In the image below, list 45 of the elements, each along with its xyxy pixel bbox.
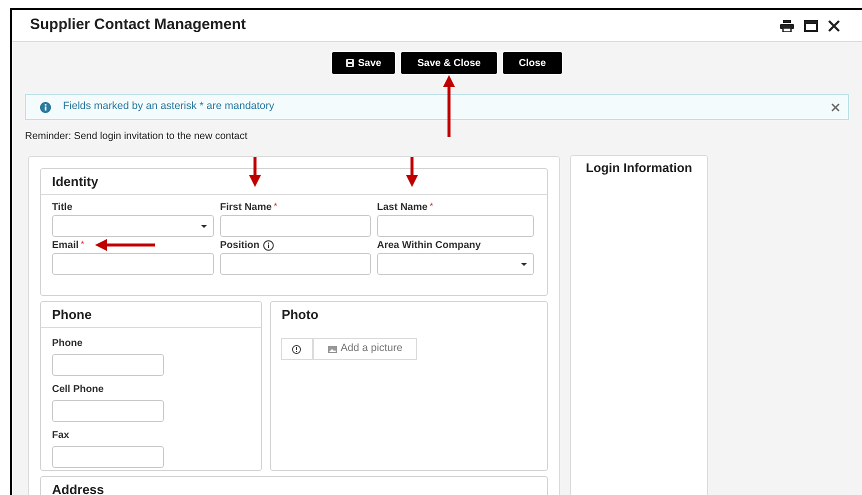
floppy-icon: [346, 59, 354, 67]
input-field[interactable]: [377, 215, 534, 237]
field-label: Email: [52, 238, 79, 252]
required-asterisk: *: [274, 200, 278, 214]
toolbar-button[interactable]: Save & Close: [401, 52, 497, 74]
input-field[interactable]: [220, 253, 371, 275]
input-field[interactable]: [52, 253, 214, 275]
section-title: Identity: [52, 172, 98, 191]
input-field[interactable]: [52, 400, 164, 422]
required-asterisk: *: [430, 200, 434, 214]
window-title: Supplier Contact Management: [30, 15, 246, 36]
field-label: Last Name: [377, 200, 428, 214]
input-field[interactable]: [220, 215, 371, 237]
field-label: Position: [220, 238, 260, 252]
reminder-text: Reminder: Send login invitation to the new contact: [25, 130, 248, 144]
field-label: First Name: [220, 200, 272, 214]
image-icon: [328, 346, 337, 352]
maximize-icon[interactable]: [804, 20, 818, 32]
arrow-annotation: [95, 239, 155, 251]
toolbar-button[interactable]: Close: [502, 52, 562, 74]
arrow-annotation: [443, 75, 456, 137]
section-title: Phone: [52, 306, 92, 324]
field-label: Title: [52, 200, 72, 214]
add-picture-button[interactable]: Add a picture: [312, 338, 418, 360]
select-field[interactable]: [377, 253, 534, 275]
field-label: Phone: [52, 337, 84, 351]
input-field[interactable]: [52, 354, 164, 376]
notice-text: Fields marked by an asterisk * are mandatory: [63, 99, 274, 114]
info-button[interactable]: [280, 338, 313, 360]
field-label: Fax: [52, 429, 70, 443]
section-title: Login Information: [586, 160, 692, 175]
required-asterisk: *: [80, 238, 84, 252]
field-label: Cell Phone: [52, 383, 105, 397]
caret-icon: [521, 262, 527, 266]
input-field[interactable]: [52, 446, 164, 468]
section-title: Photo: [282, 306, 318, 324]
info-icon: [292, 344, 302, 354]
close-icon[interactable]: [828, 20, 840, 32]
caret-icon: [201, 224, 207, 228]
section-title: Address: [52, 481, 104, 495]
field-label: Area Within Company: [377, 238, 481, 252]
info-icon: [40, 102, 51, 112]
select-field[interactable]: [52, 215, 214, 237]
save-button[interactable]: Save: [332, 52, 396, 74]
print-icon[interactable]: [780, 20, 794, 32]
